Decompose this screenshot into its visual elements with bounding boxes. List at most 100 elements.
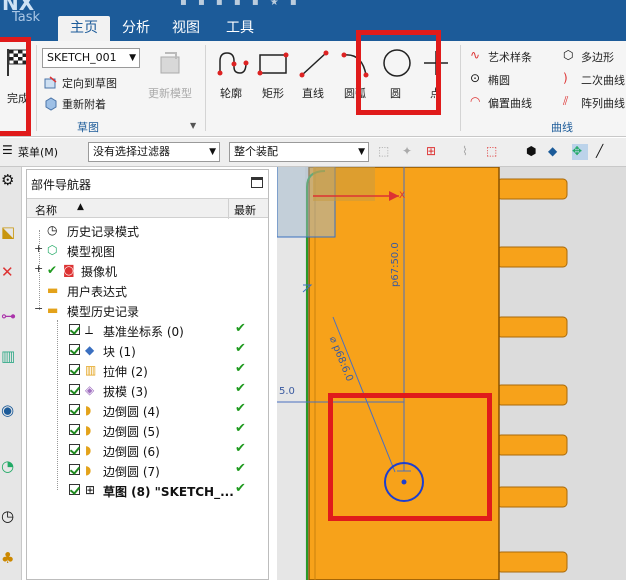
polygon-label: 多边形 — [581, 51, 614, 64]
tree-row-feature[interactable]: ◗ 边倒圆 (5) ✔ — [27, 420, 268, 440]
tab-task[interactable]: Task — [0, 11, 52, 28]
tab-tools[interactable]: 工具 — [218, 16, 262, 41]
group-expand-icon[interactable]: ▼ — [190, 121, 196, 130]
tree-row-feature[interactable]: ◗ 边倒圆 (4) ✔ — [27, 400, 268, 420]
cube-view-icon[interactable]: ◆ — [548, 144, 564, 160]
maximize-icon[interactable] — [251, 177, 263, 188]
update-model-button[interactable]: 更新模型 — [148, 47, 196, 100]
roles-icon[interactable]: ♣ — [1, 549, 21, 569]
feature-checkbox[interactable] — [69, 384, 80, 395]
curve-item-polygon[interactable]: ⬡ 多边形 — [563, 48, 626, 65]
sketch-select[interactable]: SKETCH_001 ▼ — [42, 48, 140, 68]
select-features-icon[interactable]: ✦ — [402, 144, 418, 160]
column-latest[interactable]: 最新 — [234, 202, 256, 218]
feature-checkbox[interactable] — [69, 444, 80, 455]
feature-checkbox[interactable] — [69, 404, 80, 415]
feature-checkbox[interactable] — [69, 324, 80, 335]
separator — [205, 45, 206, 131]
snap-curve-icon[interactable]: ⌇ — [462, 144, 478, 160]
polygon-icon: ⬡ — [563, 48, 574, 62]
up-to-date-check-icon: ✔ — [235, 461, 246, 476]
history-mode-icon: ◷ — [47, 223, 58, 237]
line-snap-icon[interactable]: ╱ — [596, 144, 612, 160]
feature-checkbox[interactable] — [69, 484, 80, 495]
sort-asc-icon[interactable]: ▲ — [77, 202, 84, 212]
expand-icon[interactable]: + — [34, 242, 43, 255]
tab-analysis[interactable]: 分析 — [114, 16, 158, 41]
select-parts-icon[interactable]: ⬚ — [378, 144, 394, 160]
up-to-date-check-icon: ✔ — [235, 401, 246, 416]
tree-row-history-mode[interactable]: ◷ 历史记录模式 — [27, 220, 268, 240]
orient-to-sketch-label: 定向到草图 — [62, 77, 117, 90]
reattach-button[interactable]: 重新附着 — [44, 96, 144, 112]
shaded-view-icon[interactable]: ⬢ — [526, 144, 542, 160]
tree-label: 模型视图 — [67, 245, 116, 259]
expand-icon[interactable]: + — [34, 262, 43, 275]
collapse-icon[interactable]: − — [34, 302, 43, 315]
curve-item-conic[interactable]: ) 二次曲线 — [563, 71, 626, 88]
tree-row-feature[interactable]: ◆ 块 (1) ✔ — [27, 340, 268, 360]
settings-icon[interactable]: ⚙ — [1, 171, 21, 191]
assembly-scope-select[interactable]: 整个装配 ▼ — [229, 142, 369, 162]
web-browser-icon[interactable]: ◉ — [1, 401, 21, 421]
edge-blend-icon: ◗ — [85, 463, 92, 477]
horizontal-dimension-label[interactable]: 5.0 — [279, 386, 295, 397]
profile-button[interactable]: 轮廓 — [214, 47, 252, 100]
tree-row-feature[interactable]: ⟂ 基准坐标系 (0) ✔ — [27, 320, 268, 340]
pattern-curve-icon: ⫽ — [563, 94, 569, 108]
box-select-icon[interactable]: ⬚ — [486, 144, 502, 160]
block-icon: ◆ — [85, 343, 95, 357]
tab-home[interactable]: 主页 — [58, 16, 110, 41]
reuse-library-icon[interactable]: ▥ — [1, 347, 21, 367]
feature-checkbox[interactable] — [69, 344, 80, 355]
tab-view[interactable]: 视图 — [164, 16, 208, 41]
curve-item-ellipse[interactable]: ⊙ 椭圆 — [470, 71, 554, 88]
part-navigator-icon[interactable]: ⊶ — [1, 307, 21, 327]
tree-row-sketch[interactable]: ⊞ 草图 (8) "SKETCH_... ✔ — [27, 480, 268, 500]
grid-snap-icon[interactable]: ✥ — [572, 144, 588, 160]
tree-row-feature[interactable]: ◗ 边倒圆 (6) ✔ — [27, 440, 268, 460]
tree-label: 草图 (8) "SKETCH_... — [103, 485, 234, 499]
snap-point-icon[interactable]: ⊞ — [426, 144, 442, 160]
line-button[interactable]: 直线 — [298, 47, 334, 100]
orient-to-sketch-button[interactable]: 定向到草图 — [44, 75, 144, 91]
history-icon[interactable]: ◔ — [1, 457, 21, 477]
tree-row-user-expressions[interactable]: ▬ 用户表达式 — [27, 280, 268, 300]
curve-item-pattern[interactable]: ⫽ 阵列曲线 — [563, 94, 626, 111]
selection-filter-select[interactable]: 没有选择过滤器 ▼ — [88, 142, 220, 162]
clock-icon[interactable]: ◷ — [1, 507, 21, 527]
column-name[interactable]: 名称 — [35, 202, 57, 218]
ribbon: 完成 SKETCH_001 ▼ 定向到草图 重新附着 更新模型 草图 ▼ 轮廓 — [0, 41, 626, 137]
tree-row-cameras[interactable]: + ✔ ◙ 摄像机 — [27, 260, 268, 280]
tree-row-feature[interactable]: ▥ 拉伸 (2) ✔ — [27, 360, 268, 380]
quick-access-toolbar[interactable]: ▪ ▪ ▪ ▪ ▪ ★ ▪ — [180, 0, 301, 8]
feature-checkbox[interactable] — [69, 364, 80, 375]
feature-checkbox[interactable] — [69, 424, 80, 435]
tree-label: 边倒圆 (5) — [103, 425, 160, 439]
separator — [36, 45, 37, 131]
vertical-dimension-label[interactable]: p67:50.0 — [390, 242, 401, 287]
tree-row-feature[interactable]: ◈ 拔模 (3) ✔ — [27, 380, 268, 400]
assembly-navigator-icon[interactable]: ⬕ — [1, 223, 21, 243]
tree-label: 块 (1) — [103, 345, 136, 359]
conic-label: 二次曲线 — [581, 74, 625, 87]
constraint-navigator-icon[interactable]: ✕ — [1, 263, 21, 283]
folder-open-icon: ▬ — [47, 303, 59, 317]
curve-item-offset[interactable]: ◠ 偏置曲线 — [470, 94, 554, 111]
sketch-group-label: 草图 — [77, 121, 99, 134]
resource-bar: ⚙ ⬕ ✕ ⊶ ▥ ◉ ◔ ◷ ♣ — [0, 167, 22, 580]
datum-csys-icon: ⟂ — [85, 323, 94, 337]
tree-row-model-views[interactable]: + ⬡ 模型视图 — [27, 240, 268, 260]
curve-item-spline[interactable]: ∿ 艺术样条 — [470, 48, 554, 65]
feature-checkbox[interactable] — [69, 464, 80, 475]
tree-row-feature[interactable]: ◗ 边倒圆 (7) ✔ — [27, 460, 268, 480]
curve-group-label: 曲线 — [551, 121, 573, 134]
menu-button[interactable]: ☰ 菜单(M) — [2, 143, 72, 161]
column-divider[interactable] — [228, 199, 229, 219]
edge-blend-icon: ◗ — [85, 443, 92, 457]
tree-label: 历史记录模式 — [67, 225, 140, 239]
tree-row-model-history[interactable]: − ▬ 模型历史记录 — [27, 300, 268, 320]
rectangle-button[interactable]: 矩形 — [256, 47, 292, 100]
profile-icon — [217, 52, 249, 76]
highlight-finish-button — [0, 37, 31, 136]
